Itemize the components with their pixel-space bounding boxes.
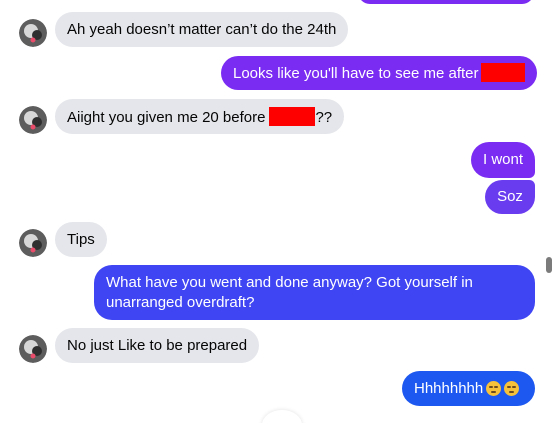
contact-avatar-icon[interactable] xyxy=(19,106,47,134)
message-incoming[interactable]: No just Like to be prepared xyxy=(55,328,260,363)
message-text: Hhhhhhhh xyxy=(414,380,484,397)
message-suffix: ?? xyxy=(315,109,333,126)
message-incoming[interactable]: Ah yeah doesn’t matter can’t do the 24th xyxy=(55,12,349,47)
scrollbar-thumb[interactable] xyxy=(546,257,552,273)
contact-avatar-icon[interactable] xyxy=(19,335,47,363)
message-text: Soz xyxy=(497,188,523,205)
scroll-to-bottom-button[interactable] xyxy=(262,410,302,423)
contact-avatar-icon[interactable] xyxy=(19,229,47,257)
message-text: Aiight you given me 20 before xyxy=(67,109,266,126)
message-text-line: What have you went and done anyway? Got … xyxy=(106,274,473,291)
redaction-box xyxy=(480,63,525,82)
message-text-line: unarranged overdraft? xyxy=(106,294,255,311)
message-text: Looks like you'll have to see me after xyxy=(233,65,479,82)
message-incoming[interactable]: Tips xyxy=(55,222,107,257)
redaction-box xyxy=(269,107,316,126)
message-text: I wont xyxy=(483,151,524,168)
message-outgoing[interactable]: What have you went and done anyway? Got … xyxy=(94,265,535,320)
unamused-face-icon xyxy=(486,381,502,396)
message-incoming[interactable]: Aiight you given me 20 before?? xyxy=(55,99,345,134)
message-outgoing[interactable]: Looks like you'll have to see me after xyxy=(221,56,537,90)
message-text: Ah yeah doesn’t matter can’t do the 24th xyxy=(67,21,337,38)
message-outgoing[interactable]: Soz xyxy=(485,180,535,214)
previous-message-bubble[interactable] xyxy=(358,0,534,4)
message-outgoing[interactable]: Hhhhhhhh xyxy=(402,371,535,406)
message-text: No just Like to be prepared xyxy=(67,337,248,354)
contact-avatar-icon[interactable] xyxy=(19,19,47,47)
chat-thread: Ah yeah doesn’t matter can’t do the 24th… xyxy=(0,0,552,423)
unamused-face-icon xyxy=(504,381,520,396)
message-text: Tips xyxy=(67,231,95,248)
message-outgoing[interactable]: I wont xyxy=(471,142,535,178)
